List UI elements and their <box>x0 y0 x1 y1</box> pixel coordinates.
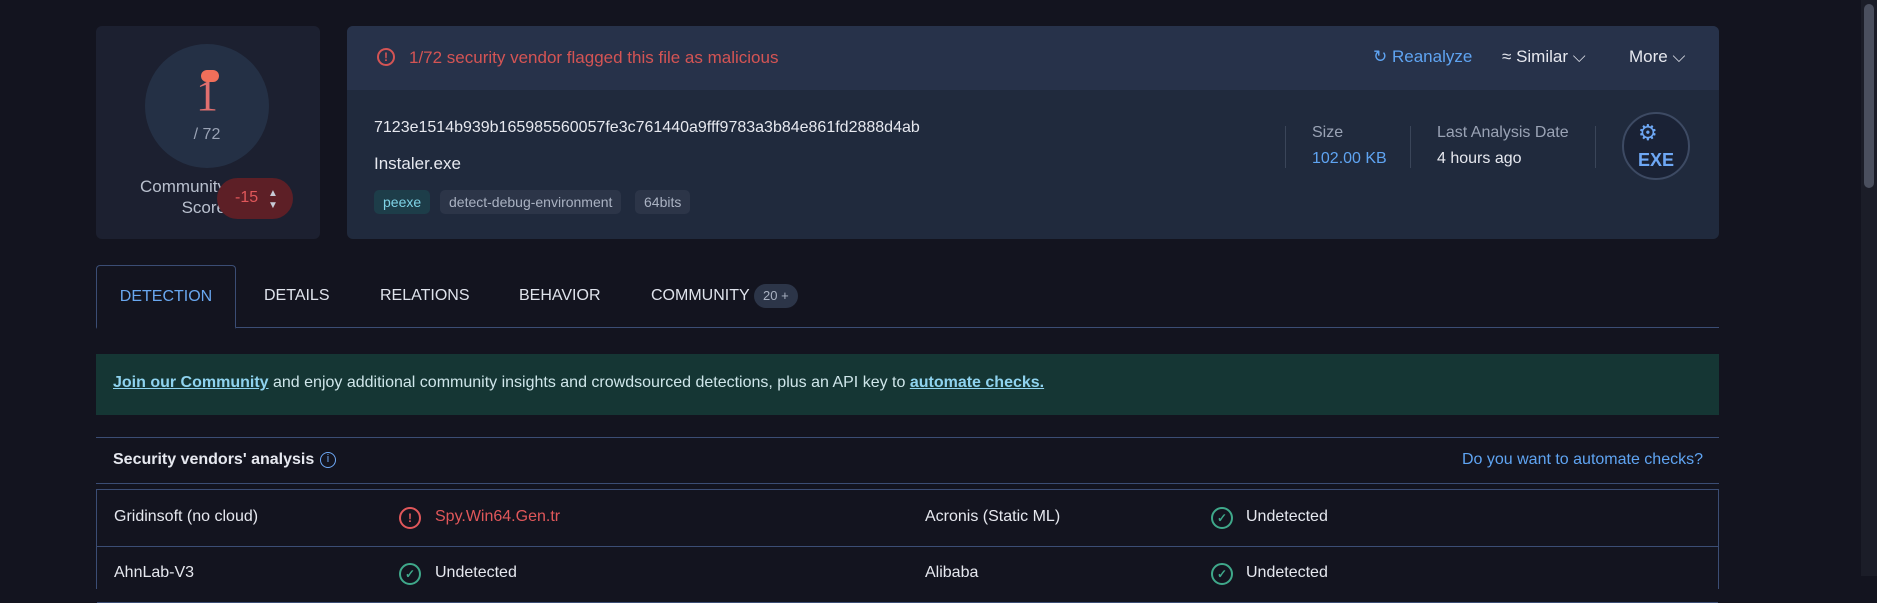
detection-score-card: 1 / 72 Community Score -15 ▲ ▼ <box>96 26 320 239</box>
alert-icon: ! <box>377 48 395 66</box>
community-score-label: Community Score <box>140 177 226 217</box>
chevron-down-icon: ⌵ <box>1667 47 1686 66</box>
alert-bar: ! 1/72 security vendor flagged this file… <box>347 26 1719 90</box>
gauge-indicator <box>201 70 219 82</box>
file-type-badge: ⚙ EXE <box>1622 112 1690 180</box>
file-hash[interactable]: 7123e1514b939b165985560057fe3c761440a9ff… <box>374 119 920 137</box>
refresh-icon: ↻ <box>1373 47 1392 66</box>
reanalyze-button[interactable]: ↻ Reanalyze <box>1373 47 1472 67</box>
divider <box>1410 126 1411 168</box>
banner-middle-text: and enjoy additional community insights … <box>268 374 910 391</box>
check-icon: ✓ <box>1211 563 1233 585</box>
vendors-header: Security vendors' analysis i Do you want… <box>96 437 1719 484</box>
tab-behavior[interactable]: BEHAVIOR <box>519 265 601 327</box>
tab-community[interactable]: COMMUNITY <box>651 265 750 327</box>
scrollbar[interactable] <box>1861 0 1877 576</box>
file-type-label: EXE <box>1637 150 1675 170</box>
vendor-result: Spy.Win64.Gen.tr <box>435 508 561 525</box>
scrollbar-thumb[interactable] <box>1864 4 1874 188</box>
divider <box>1285 126 1286 168</box>
check-icon: ✓ <box>1211 507 1233 529</box>
file-tag[interactable]: 64bits <box>635 190 691 214</box>
size-label: Size <box>1312 124 1344 141</box>
vote-up-icon[interactable]: ▲ <box>268 188 278 199</box>
file-tag[interactable]: detect-debug-environment <box>440 190 622 214</box>
similar-icon: ≈ <box>1502 47 1517 66</box>
community-banner: Join our Community and enjoy additional … <box>96 354 1719 415</box>
similar-button[interactable]: ≈ Similar ⌵ <box>1502 47 1586 67</box>
automate-checks-link[interactable]: automate checks. <box>910 374 1044 391</box>
file-name: Instaler.exe <box>374 154 461 173</box>
check-icon: ✓ <box>399 563 421 585</box>
gear-icon: ⚙ <box>1638 120 1658 145</box>
total-engines: / 72 <box>193 126 221 143</box>
file-tag[interactable]: peexe <box>374 190 431 214</box>
join-community-link[interactable]: Join our Community <box>113 374 269 391</box>
tab-relations[interactable]: RELATIONS <box>380 265 470 327</box>
more-button[interactable]: More ⌵ <box>1629 47 1685 67</box>
size-value: 102.00 KB <box>1312 150 1387 167</box>
chevron-down-icon: ⌵ <box>1568 47 1586 66</box>
divider <box>1595 126 1596 168</box>
last-analysis-label: Last Analysis Date <box>1437 124 1569 141</box>
vendor-table: Gridinsoft (no cloud) ! Spy.Win64.Gen.tr… <box>96 489 1719 603</box>
vendor-result: Undetected <box>1246 564 1328 581</box>
vendor-name: Acronis (Static ML) <box>925 508 1061 525</box>
alert-text: 1/72 security vendor flagged this file a… <box>409 48 779 67</box>
last-analysis-value: 4 hours ago <box>1437 150 1522 167</box>
community-score-pill: -15 ▲ ▼ <box>217 178 293 219</box>
vote-down-icon[interactable]: ▼ <box>268 200 278 211</box>
automate-checks-link[interactable]: Do you want to automate checks? <box>1462 451 1703 469</box>
vendor-result: Undetected <box>1246 508 1328 525</box>
community-score-value: -15 <box>235 189 259 206</box>
vendor-result: Undetected <box>435 564 517 581</box>
vendors-title: Security vendors' analysis <box>113 451 315 468</box>
vendor-name: Gridinsoft (no cloud) <box>114 508 259 525</box>
file-header-panel: ! 1/72 security vendor flagged this file… <box>347 26 1719 239</box>
banner-text: Join our Community and enjoy additional … <box>113 374 1044 392</box>
malicious-icon: ! <box>399 507 421 529</box>
table-row: Gridinsoft (no cloud) ! Spy.Win64.Gen.tr… <box>97 490 1718 547</box>
community-count-badge: 20 + <box>754 284 798 308</box>
vendor-name: AhnLab-V3 <box>114 564 195 581</box>
table-row: AhnLab-V3 ✓ Undetected Alibaba ✓ Undetec… <box>97 546 1718 603</box>
tab-details[interactable]: DETAILS <box>264 265 330 327</box>
tab-detection[interactable]: DETECTION <box>96 265 236 329</box>
detection-gauge: 1 / 72 <box>145 44 269 168</box>
tab-bar: DETECTION DETAILS RELATIONS BEHAVIOR COM… <box>96 265 1719 329</box>
vendor-name: Alibaba <box>925 564 979 581</box>
info-icon[interactable]: i <box>320 452 336 468</box>
